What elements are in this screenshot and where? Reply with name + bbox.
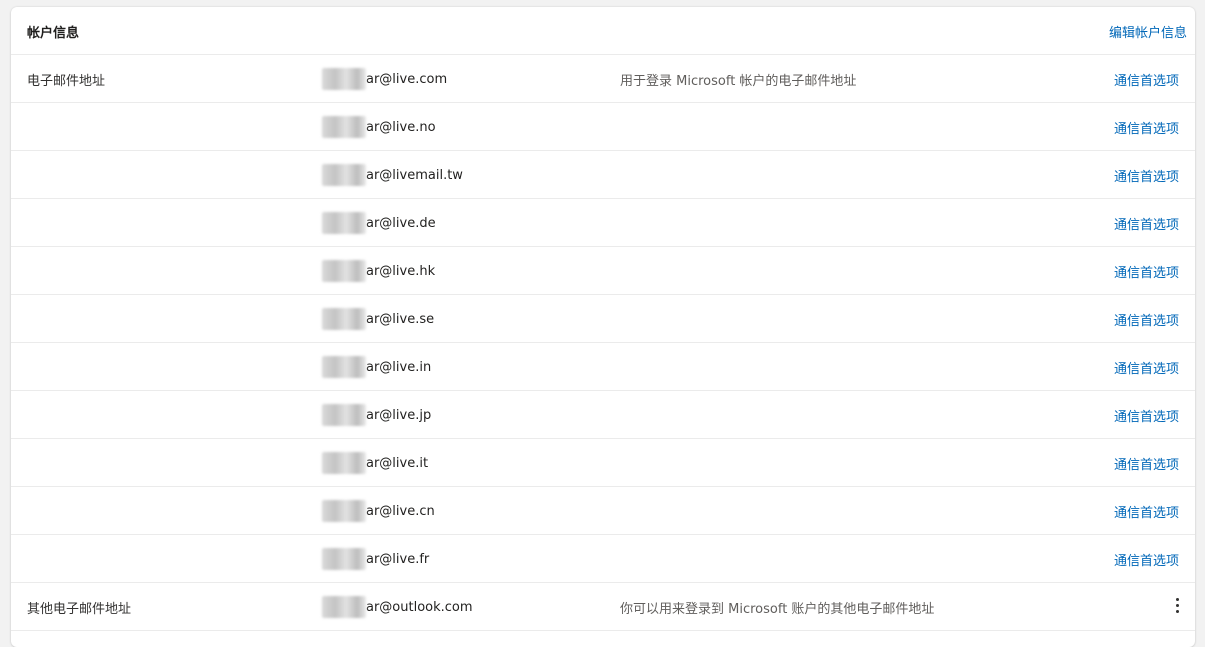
redacted-username — [322, 116, 366, 138]
email-cell: ar@live.com — [322, 67, 447, 91]
communication-preferences-link[interactable]: 通信首选项 — [1114, 502, 1179, 521]
email-row: ar@live.cn 通信首选项 — [11, 487, 1195, 535]
email-row: ar@live.de 通信首选项 — [11, 199, 1195, 247]
redacted-username — [322, 308, 366, 330]
email-description: 用于登录 Microsoft 帐户的电子邮件地址 — [620, 74, 857, 89]
more-vertical-icon[interactable] — [1169, 594, 1185, 616]
edit-account-info-link[interactable]: 编辑帐户信息 — [1109, 22, 1187, 41]
email-row: ar@livemail.tw 通信首选项 — [11, 151, 1195, 199]
email-cell: ar@live.se — [322, 307, 434, 331]
email-cell: ar@live.de — [322, 211, 436, 235]
other-email-label: 其他电子邮件地址 — [27, 602, 132, 617]
email-row: ar@live.no 通信首选项 — [11, 103, 1195, 151]
email-address: ar@live.hk — [366, 263, 436, 279]
communication-preferences-link[interactable]: 通信首选项 — [1114, 454, 1179, 473]
email-cell: ar@live.cn — [322, 499, 435, 523]
email-row: ar@live.se 通信首选项 — [11, 295, 1195, 343]
email-address: ar@live.se — [366, 311, 435, 327]
communication-preferences-link[interactable]: 通信首选项 — [1114, 310, 1179, 329]
redacted-username — [322, 596, 366, 618]
email-cell: ar@live.in — [322, 355, 431, 379]
email-list: 电子邮件地址 ar@live.com 用于登录 Microsoft 帐户的电子邮件地… — [11, 55, 1195, 583]
redacted-username — [322, 404, 366, 426]
account-info-card: 帐户信息 编辑帐户信息 电子邮件地址 ar@live.com 用于登录 Micros… — [11, 7, 1195, 647]
card-header: 帐户信息 编辑帐户信息 — [11, 7, 1195, 55]
email-address: ar@livemail.tw — [366, 167, 463, 183]
card-title: 帐户信息 — [27, 26, 80, 41]
communication-preferences-link[interactable]: 通信首选项 — [1114, 262, 1179, 281]
email-address: ar@live.no — [366, 119, 436, 135]
redacted-username — [322, 212, 366, 234]
email-row: ar@live.fr 通信首选项 — [11, 535, 1195, 583]
email-address: ar@live.de — [366, 215, 436, 231]
email-address: ar@live.fr — [366, 551, 430, 567]
email-row: 电子邮件地址 ar@live.com 用于登录 Microsoft 帐户的电子邮件地… — [11, 55, 1195, 103]
email-cell: ar@live.it — [322, 451, 428, 475]
email-row: ar@live.jp 通信首选项 — [11, 391, 1195, 439]
email-row: ar@live.hk 通信首选项 — [11, 247, 1195, 295]
email-address: ar@live.jp — [366, 407, 432, 423]
communication-preferences-link[interactable]: 通信首选项 — [1114, 550, 1179, 569]
other-email-address: ar@outlook.com — [366, 599, 473, 615]
communication-preferences-link[interactable]: 通信首选项 — [1114, 118, 1179, 137]
redacted-username — [322, 500, 366, 522]
communication-preferences-link[interactable]: 通信首选项 — [1114, 166, 1179, 185]
email-address: ar@live.com — [366, 71, 448, 87]
other-email-description: 你可以用来登录到 Microsoft 账户的其他电子邮件地址 — [620, 602, 935, 617]
email-address: ar@live.in — [366, 359, 432, 375]
email-row-label: 电子邮件地址 — [27, 74, 106, 89]
email-cell: ar@live.jp — [322, 403, 431, 427]
email-cell: ar@livemail.tw — [322, 163, 463, 187]
other-email-cell: ar@outlook.com — [322, 595, 473, 619]
communication-preferences-link[interactable]: 通信首选项 — [1114, 214, 1179, 233]
email-row: ar@live.in 通信首选项 — [11, 343, 1195, 391]
communication-preferences-link[interactable]: 通信首选项 — [1114, 406, 1179, 425]
email-cell: ar@live.no — [322, 115, 436, 139]
redacted-username — [322, 260, 366, 282]
redacted-username — [322, 68, 366, 90]
redacted-username — [322, 164, 366, 186]
email-address: ar@live.it — [366, 455, 429, 471]
redacted-username — [322, 452, 366, 474]
email-row: ar@live.it 通信首选项 — [11, 439, 1195, 487]
email-cell: ar@live.hk — [322, 259, 435, 283]
email-address: ar@live.cn — [366, 503, 435, 519]
redacted-username — [322, 548, 366, 570]
email-cell: ar@live.fr — [322, 547, 429, 571]
other-email-row: 其他电子邮件地址 ar@outlook.com 你可以用来登录到 Microso… — [11, 583, 1195, 631]
redacted-username — [322, 356, 366, 378]
communication-preferences-link[interactable]: 通信首选项 — [1114, 358, 1179, 377]
communication-preferences-link[interactable]: 通信首选项 — [1114, 70, 1179, 89]
